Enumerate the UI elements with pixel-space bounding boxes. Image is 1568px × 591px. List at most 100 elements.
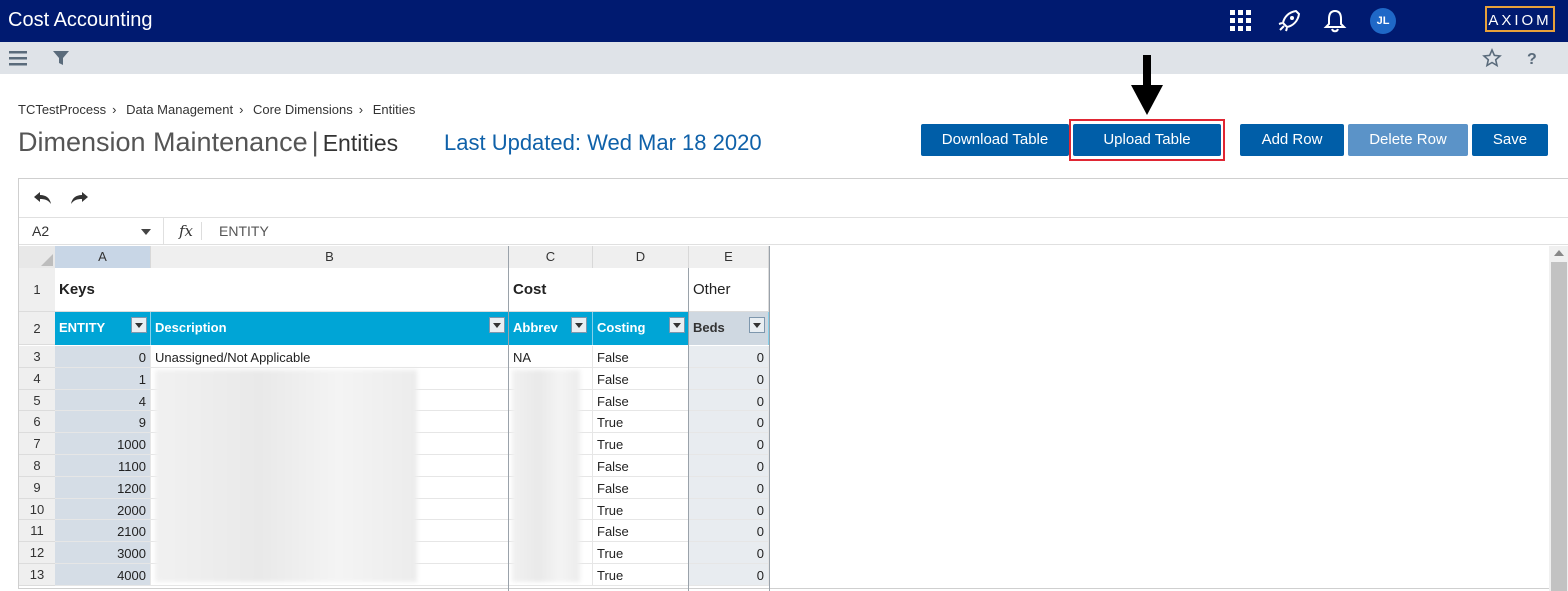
table-cell-costing[interactable]: True — [593, 542, 689, 564]
header-label: Description — [155, 320, 227, 335]
add-row-button[interactable]: Add Row — [1240, 124, 1344, 156]
table-cell-beds[interactable]: 0 — [689, 476, 769, 499]
table-cell-costing[interactable]: False — [593, 476, 689, 499]
formula-divider — [201, 222, 202, 240]
table-cell-beds[interactable]: 0 — [689, 433, 769, 455]
table-cell-abbrev[interactable]: NA — [509, 346, 593, 368]
filter-dropdown-icon[interactable] — [669, 317, 685, 333]
bell-icon[interactable] — [1322, 8, 1348, 34]
breadcrumb-item[interactable]: TCTestProcess — [18, 102, 106, 117]
table-cell-beds[interactable]: 0 — [689, 389, 769, 412]
cell-reference-box[interactable]: A2 — [19, 218, 164, 245]
row-header[interactable]: 11 — [19, 520, 55, 543]
row-header[interactable]: 10 — [19, 498, 55, 521]
header-cell-costing[interactable]: Costing — [593, 312, 689, 345]
table-cell-costing[interactable]: False — [593, 520, 689, 543]
breadcrumb-item[interactable]: Core Dimensions — [253, 102, 353, 117]
hamburger-icon[interactable] — [8, 48, 28, 68]
app-title: Cost Accounting — [8, 9, 153, 31]
sheet-toolbar — [19, 179, 1568, 217]
table-cell-costing[interactable]: False — [593, 389, 689, 412]
filter-dropdown-icon[interactable] — [571, 317, 587, 333]
rocket-icon[interactable] — [1276, 8, 1302, 34]
row-header[interactable]: 9 — [19, 476, 55, 499]
table-cell-beds[interactable]: 0 — [689, 498, 769, 521]
table-cell-beds[interactable]: 0 — [689, 564, 769, 586]
table-cell-entity[interactable]: 1200 — [55, 476, 151, 499]
table-cell-entity[interactable]: 3000 — [55, 542, 151, 564]
grid-icon[interactable] — [1228, 8, 1254, 34]
row-header[interactable]: 13 — [19, 564, 55, 586]
help-icon[interactable]: ? — [1522, 48, 1542, 68]
delete-row-button[interactable]: Delete Row — [1348, 124, 1468, 156]
undo-icon[interactable] — [32, 189, 54, 207]
upload-highlight-box — [1069, 119, 1225, 161]
download-table-button[interactable]: Download Table — [921, 124, 1069, 156]
row-header[interactable]: 4 — [19, 367, 55, 390]
breadcrumb-item[interactable]: Data Management — [126, 102, 233, 117]
table-cell-entity[interactable]: 1100 — [55, 455, 151, 477]
table-cell-costing[interactable]: False — [593, 346, 689, 368]
row-header[interactable]: 8 — [19, 455, 55, 477]
table-cell-costing[interactable]: True — [593, 498, 689, 521]
avatar[interactable]: JL — [1370, 8, 1396, 34]
star-icon[interactable] — [1482, 48, 1502, 68]
column-header-a[interactable]: A — [55, 246, 151, 268]
column-header-d[interactable]: D — [593, 246, 689, 268]
scroll-up-icon[interactable] — [1554, 250, 1564, 256]
table-cell-costing[interactable]: True — [593, 564, 689, 586]
table-cell-entity[interactable]: 2000 — [55, 498, 151, 521]
select-all-corner[interactable] — [19, 246, 55, 268]
column-header-c[interactable]: C — [509, 246, 593, 268]
header-label: ENTITY — [59, 320, 106, 335]
group-label-keys[interactable]: Keys — [55, 268, 509, 312]
page-title: Dimension Maintenance | Entities — [18, 127, 399, 157]
column-header-e[interactable]: E — [689, 246, 769, 268]
table-cell-costing[interactable]: False — [593, 367, 689, 390]
table-cell-beds[interactable]: 0 — [689, 520, 769, 543]
header-cell-beds[interactable]: Beds — [689, 312, 769, 345]
table-cell-entity[interactable]: 1 — [55, 367, 151, 390]
filter-dropdown-icon[interactable] — [131, 317, 147, 333]
group-label-other[interactable]: Other — [689, 268, 769, 312]
table-cell-beds[interactable]: 0 — [689, 346, 769, 368]
chevron-down-icon[interactable] — [141, 229, 151, 235]
table-cell-entity[interactable]: 0 — [55, 346, 151, 368]
header-cell-abbrev[interactable]: Abbrev — [509, 312, 593, 345]
header-label: Costing — [597, 320, 646, 335]
group-separator — [688, 268, 689, 591]
redacted-abbrev-area — [512, 370, 580, 582]
row-header[interactable]: 3 — [19, 346, 55, 368]
table-cell-entity[interactable]: 2100 — [55, 520, 151, 543]
table-cell-costing[interactable]: True — [593, 411, 689, 434]
row-header[interactable]: 1 — [19, 268, 55, 312]
formula-input[interactable]: ENTITY — [219, 223, 269, 239]
redo-icon[interactable] — [68, 189, 90, 207]
filter-icon[interactable] — [51, 48, 71, 68]
row-header[interactable]: 7 — [19, 433, 55, 455]
table-cell-beds[interactable]: 0 — [689, 367, 769, 390]
row-header[interactable]: 5 — [19, 389, 55, 412]
filter-dropdown-icon[interactable] — [489, 317, 505, 333]
row-header[interactable]: 12 — [19, 542, 55, 564]
table-right-edge — [769, 246, 770, 591]
table-cell-description[interactable]: Unassigned/Not Applicable — [151, 346, 509, 368]
header-cell-entity[interactable]: ENTITY — [55, 312, 151, 345]
save-button[interactable]: Save — [1472, 124, 1548, 156]
table-cell-beds[interactable]: 0 — [689, 411, 769, 434]
header-cell-description[interactable]: Description — [151, 312, 509, 345]
table-cell-costing[interactable]: True — [593, 433, 689, 455]
table-cell-costing[interactable]: False — [593, 455, 689, 477]
row-header[interactable]: 2 — [19, 312, 55, 345]
column-header-b[interactable]: B — [151, 246, 509, 268]
scrollbar-thumb[interactable] — [1551, 262, 1567, 591]
table-cell-entity[interactable]: 1000 — [55, 433, 151, 455]
filter-dropdown-icon[interactable] — [749, 317, 765, 333]
row-header[interactable]: 6 — [19, 411, 55, 434]
table-cell-entity[interactable]: 4 — [55, 389, 151, 412]
group-label-cost[interactable]: Cost — [509, 268, 689, 312]
table-cell-beds[interactable]: 0 — [689, 455, 769, 477]
table-cell-entity[interactable]: 9 — [55, 411, 151, 434]
table-cell-beds[interactable]: 0 — [689, 542, 769, 564]
table-cell-entity[interactable]: 4000 — [55, 564, 151, 586]
